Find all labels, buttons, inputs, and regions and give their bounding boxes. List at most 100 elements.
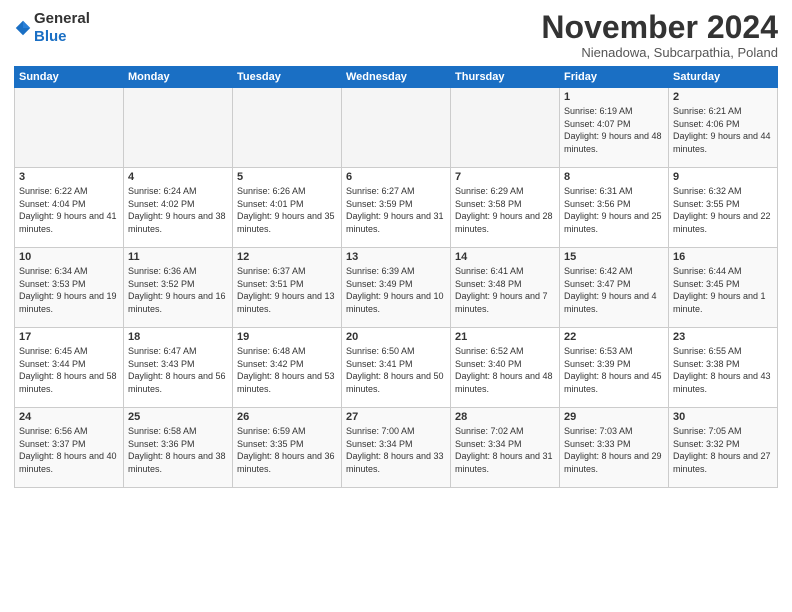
calendar-cell: 28 Sunrise: 7:02 AMSunset: 3:34 PMDayligh… xyxy=(451,408,560,488)
calendar-cell: 8 Sunrise: 6:31 AMSunset: 3:56 PMDaylight… xyxy=(560,168,669,248)
day-number: 13 xyxy=(346,251,446,263)
location: Nienadowa, Subcarpathia, Poland xyxy=(541,45,778,60)
day-info: Sunrise: 7:00 AMSunset: 3:34 PMDaylight:… xyxy=(346,425,446,475)
calendar-cell xyxy=(15,88,124,168)
day-info: Sunrise: 7:03 AMSunset: 3:33 PMDaylight:… xyxy=(564,425,664,475)
day-info: Sunrise: 6:39 AMSunset: 3:49 PMDaylight:… xyxy=(346,265,446,315)
calendar-cell: 4 Sunrise: 6:24 AMSunset: 4:02 PMDaylight… xyxy=(124,168,233,248)
day-number: 1 xyxy=(564,91,664,103)
month-title: November 2024 xyxy=(541,10,778,45)
day-info: Sunrise: 6:22 AMSunset: 4:04 PMDaylight:… xyxy=(19,185,119,235)
weekday-header-monday: Monday xyxy=(124,67,233,88)
calendar-cell: 10 Sunrise: 6:34 AMSunset: 3:53 PMDayligh… xyxy=(15,248,124,328)
day-info: Sunrise: 6:34 AMSunset: 3:53 PMDaylight:… xyxy=(19,265,119,315)
day-info: Sunrise: 6:45 AMSunset: 3:44 PMDaylight:… xyxy=(19,345,119,395)
day-number: 12 xyxy=(237,251,337,263)
weekday-header-thursday: Thursday xyxy=(451,67,560,88)
day-number: 10 xyxy=(19,251,119,263)
day-number: 3 xyxy=(19,171,119,183)
day-info: Sunrise: 6:53 AMSunset: 3:39 PMDaylight:… xyxy=(564,345,664,395)
calendar-cell xyxy=(124,88,233,168)
day-number: 9 xyxy=(673,171,773,183)
calendar-cell: 2 Sunrise: 6:21 AMSunset: 4:06 PMDaylight… xyxy=(669,88,778,168)
calendar-week-1: 1 Sunrise: 6:19 AMSunset: 4:07 PMDaylight… xyxy=(15,88,778,168)
calendar-cell: 20 Sunrise: 6:50 AMSunset: 3:41 PMDayligh… xyxy=(342,328,451,408)
calendar-cell xyxy=(233,88,342,168)
calendar-cell: 3 Sunrise: 6:22 AMSunset: 4:04 PMDaylight… xyxy=(15,168,124,248)
calendar-cell: 24 Sunrise: 6:56 AMSunset: 3:37 PMDayligh… xyxy=(15,408,124,488)
day-info: Sunrise: 6:36 AMSunset: 3:52 PMDaylight:… xyxy=(128,265,228,315)
day-number: 14 xyxy=(455,251,555,263)
calendar-cell xyxy=(451,88,560,168)
calendar-cell: 6 Sunrise: 6:27 AMSunset: 3:59 PMDaylight… xyxy=(342,168,451,248)
logo-general: General xyxy=(34,10,90,27)
calendar-cell: 11 Sunrise: 6:36 AMSunset: 3:52 PMDayligh… xyxy=(124,248,233,328)
calendar-week-3: 10 Sunrise: 6:34 AMSunset: 3:53 PMDayligh… xyxy=(15,248,778,328)
weekday-header-row: SundayMondayTuesdayWednesdayThursdayFrid… xyxy=(15,67,778,88)
calendar-cell: 25Sunrise: 6:58 AMSunset: 3:36 PMDayligh… xyxy=(124,408,233,488)
day-number: 26 xyxy=(237,411,337,423)
day-info: Sunrise: 6:50 AMSunset: 3:41 PMDaylight:… xyxy=(346,345,446,395)
day-number: 21 xyxy=(455,331,555,343)
day-info: Sunrise: 6:48 AMSunset: 3:42 PMDaylight:… xyxy=(237,345,337,395)
day-number: 18 xyxy=(128,331,228,343)
calendar-cell: 30 Sunrise: 7:05 AMSunset: 3:32 PMDayligh… xyxy=(669,408,778,488)
day-number: 28 xyxy=(455,411,555,423)
day-number: 30 xyxy=(673,411,773,423)
day-number: 2 xyxy=(673,91,773,103)
day-info: Sunrise: 6:56 AMSunset: 3:37 PMDaylight:… xyxy=(19,425,119,475)
calendar-cell: 22 Sunrise: 6:53 AMSunset: 3:39 PMDayligh… xyxy=(560,328,669,408)
calendar-cell: 16Sunrise: 6:44 AMSunset: 3:45 PMDayligh… xyxy=(669,248,778,328)
weekday-header-friday: Friday xyxy=(560,67,669,88)
calendar-cell: 23Sunrise: 6:55 AMSunset: 3:38 PMDayligh… xyxy=(669,328,778,408)
weekday-header-saturday: Saturday xyxy=(669,67,778,88)
day-info: Sunrise: 6:58 AMSunset: 3:36 PMDaylight:… xyxy=(128,425,228,475)
weekday-header-wednesday: Wednesday xyxy=(342,67,451,88)
day-number: 27 xyxy=(346,411,446,423)
day-number: 5 xyxy=(237,171,337,183)
day-number: 4 xyxy=(128,171,228,183)
calendar-cell: 21 Sunrise: 6:52 AMSunset: 3:40 PMDayligh… xyxy=(451,328,560,408)
calendar-cell: 12Sunrise: 6:37 AMSunset: 3:51 PMDayligh… xyxy=(233,248,342,328)
day-info: Sunrise: 6:52 AMSunset: 3:40 PMDaylight:… xyxy=(455,345,555,395)
day-number: 20 xyxy=(346,331,446,343)
calendar-cell: 17Sunrise: 6:45 AMSunset: 3:44 PMDayligh… xyxy=(15,328,124,408)
day-info: Sunrise: 7:02 AMSunset: 3:34 PMDaylight:… xyxy=(455,425,555,475)
day-number: 29 xyxy=(564,411,664,423)
calendar-cell: 15Sunrise: 6:42 AMSunset: 3:47 PMDayligh… xyxy=(560,248,669,328)
calendar-body: 1 Sunrise: 6:19 AMSunset: 4:07 PMDaylight… xyxy=(15,88,778,488)
calendar-cell: 9 Sunrise: 6:32 AMSunset: 3:55 PMDaylight… xyxy=(669,168,778,248)
day-number: 7 xyxy=(455,171,555,183)
day-number: 11 xyxy=(128,251,228,263)
day-number: 6 xyxy=(346,171,446,183)
day-info: Sunrise: 6:42 AMSunset: 3:47 PMDaylight:… xyxy=(564,265,664,315)
calendar-cell: 19Sunrise: 6:48 AMSunset: 3:42 PMDayligh… xyxy=(233,328,342,408)
day-info: Sunrise: 6:31 AMSunset: 3:56 PMDaylight:… xyxy=(564,185,664,235)
day-info: Sunrise: 6:44 AMSunset: 3:45 PMDaylight:… xyxy=(673,265,773,315)
day-number: 22 xyxy=(564,331,664,343)
day-number: 24 xyxy=(19,411,119,423)
day-info: Sunrise: 6:19 AMSunset: 4:07 PMDaylight:… xyxy=(564,105,664,155)
day-info: Sunrise: 6:32 AMSunset: 3:55 PMDaylight:… xyxy=(673,185,773,235)
day-info: Sunrise: 6:27 AMSunset: 3:59 PMDaylight:… xyxy=(346,185,446,235)
logo: General Blue xyxy=(14,10,90,46)
day-info: Sunrise: 6:21 AMSunset: 4:06 PMDaylight:… xyxy=(673,105,773,155)
calendar-week-4: 17Sunrise: 6:45 AMSunset: 3:44 PMDayligh… xyxy=(15,328,778,408)
weekday-header-tuesday: Tuesday xyxy=(233,67,342,88)
day-number: 23 xyxy=(673,331,773,343)
calendar-week-2: 3 Sunrise: 6:22 AMSunset: 4:04 PMDaylight… xyxy=(15,168,778,248)
day-info: Sunrise: 6:26 AMSunset: 4:01 PMDaylight:… xyxy=(237,185,337,235)
day-info: Sunrise: 6:47 AMSunset: 3:43 PMDaylight:… xyxy=(128,345,228,395)
logo-icon xyxy=(14,19,32,37)
day-number: 8 xyxy=(564,171,664,183)
calendar-cell: 18 Sunrise: 6:47 AMSunset: 3:43 PMDayligh… xyxy=(124,328,233,408)
day-info: Sunrise: 6:29 AMSunset: 3:58 PMDaylight:… xyxy=(455,185,555,235)
day-info: Sunrise: 6:24 AMSunset: 4:02 PMDaylight:… xyxy=(128,185,228,235)
calendar-cell: 26 Sunrise: 6:59 AMSunset: 3:35 PMDayligh… xyxy=(233,408,342,488)
weekday-header-sunday: Sunday xyxy=(15,67,124,88)
calendar-cell: 1 Sunrise: 6:19 AMSunset: 4:07 PMDaylight… xyxy=(560,88,669,168)
header: General Blue November 2024 Nienadowa, Su… xyxy=(14,10,778,60)
day-info: Sunrise: 7:05 AMSunset: 3:32 PMDaylight:… xyxy=(673,425,773,475)
day-info: Sunrise: 6:59 AMSunset: 3:35 PMDaylight:… xyxy=(237,425,337,475)
calendar-cell: 27 Sunrise: 7:00 AMSunset: 3:34 PMDayligh… xyxy=(342,408,451,488)
